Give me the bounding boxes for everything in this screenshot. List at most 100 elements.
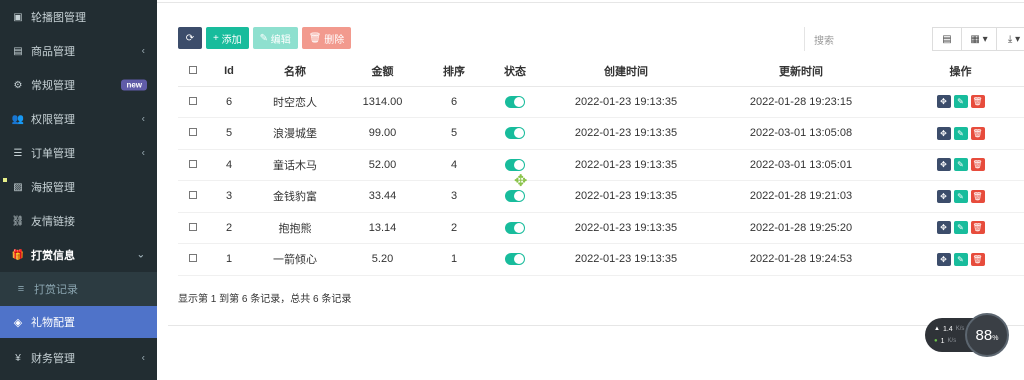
name-cell: 抱抱熊 (250, 212, 340, 244)
row-checkbox[interactable] (189, 96, 197, 105)
upload-arrow-icon: ▲ (934, 326, 940, 332)
row-edit-button[interactable]: ✎ (953, 189, 968, 203)
gauge-unit: % (992, 334, 999, 342)
sidebar-item[interactable]: ⛓ 友情链接 (0, 204, 157, 238)
table-row: 1 一箭倾心 5.20 1 2022-01-23 19:13:35 2022-01-28 … (178, 243, 1024, 276)
id-cell: 6 (208, 86, 250, 118)
upload-unit: K/s (955, 326, 965, 332)
name-cell: 金钱豹富 (250, 180, 340, 213)
download-speed: 1 (940, 337, 945, 345)
status-toggle[interactable] (505, 95, 525, 108)
export-button[interactable]: ⤓ ▾ (996, 27, 1024, 51)
status-cell (483, 117, 547, 150)
row-delete-button[interactable]: 🗑 (970, 126, 985, 140)
updated-cell: 2022-01-28 19:24:53 (705, 243, 897, 276)
sidebar-item-active[interactable]: ◈ 礼物配置 (0, 306, 157, 338)
table-row: 4 童话木马 52.00 4 2022-01-23 19:13:35 2022-03-01… (178, 149, 1024, 181)
sidebar-item-label: 礼物配置 (31, 317, 75, 329)
columns-button[interactable]: ▦ ▾ (961, 27, 997, 51)
sidebar-item[interactable]: ▣ 轮播图管理 (0, 0, 157, 34)
row-edit-button[interactable]: ✎ (953, 95, 968, 109)
refresh-button[interactable]: ⟳ (178, 27, 202, 49)
move-icon: ✥ (940, 223, 947, 233)
id-cell: 1 (208, 243, 250, 276)
status-toggle[interactable] (505, 190, 525, 203)
delete-button[interactable]: 🗑 删除 (301, 27, 352, 49)
drag-sort-button[interactable]: ✥ (936, 189, 951, 203)
column-header[interactable]: 排序 (425, 57, 483, 87)
data-table: Id 名称 金额 排序 状态 创建时间 更新时间 操作 6 时空恋人 1314.00… (178, 57, 1024, 276)
status-toggle[interactable] (505, 158, 525, 171)
row-edit-button[interactable]: ✎ (953, 158, 968, 172)
row-checkbox[interactable] (189, 191, 197, 200)
status-toggle[interactable] (505, 221, 525, 234)
download-arrow-icon: ● (934, 338, 938, 344)
sidebar-item[interactable]: 🎁 打赏信息 ⌄ (0, 238, 157, 272)
sidebar-subitem[interactable]: ≡ 打赏记录 (0, 272, 157, 306)
sidebar: ▣ 轮播图管理 ▤ 商品管理 ‹ ⚙ 常规管理 new 👥 权限管理 ‹ ☰ 订单管理 ‹ ▨ 海报管理 ⛓ 友情… (0, 0, 157, 380)
updated-cell: 2022-01-28 19:25:20 (705, 212, 897, 244)
sidebar-item[interactable]: 👥 权限管理 ‹ (0, 102, 157, 136)
search-input[interactable]: 搜索 (804, 27, 930, 51)
performance-gauge[interactable]: 88% (965, 313, 1009, 357)
actions-cell: ✥ ✎ 🗑 (897, 180, 1024, 213)
row-delete-button[interactable]: 🗑 (970, 221, 985, 235)
row-checkbox[interactable] (189, 254, 197, 263)
row-checkbox[interactable] (189, 159, 197, 168)
trash-icon: 🗑 (972, 191, 983, 201)
column-header[interactable]: 创建时间 (547, 57, 705, 87)
pencil-icon: ✎ (957, 160, 964, 170)
drag-sort-button[interactable]: ✥ (936, 95, 951, 109)
column-header[interactable]: 名称 (250, 57, 340, 87)
divider (168, 325, 1024, 326)
toggle-view-button[interactable]: ▤ (932, 27, 962, 51)
status-toggle[interactable] (505, 253, 525, 266)
row-delete-button[interactable]: 🗑 (970, 252, 985, 266)
row-select-cell (178, 86, 208, 118)
drag-sort-button[interactable]: ✥ (936, 126, 951, 140)
sidebar-item[interactable]: ☰ 订单管理 ‹ (0, 136, 157, 170)
row-select-cell (178, 243, 208, 276)
delete-label: 删除 (324, 34, 345, 46)
row-checkbox[interactable] (189, 222, 197, 231)
updated-cell: 2022-01-28 19:23:15 (705, 86, 897, 118)
amount-cell: 52.00 (340, 149, 425, 181)
table-row: 6 时空恋人 1314.00 6 2022-01-23 19:13:35 2022-01-… (178, 86, 1024, 118)
gauge-percent: 88 (975, 326, 993, 344)
sidebar-item[interactable]: ▤ 商品管理 ‹ (0, 34, 157, 68)
trash-icon: 🗑 (972, 254, 983, 264)
sidebar-item[interactable]: ▨ 海报管理 (0, 170, 157, 204)
row-delete-button[interactable]: 🗑 (970, 189, 985, 203)
edit-button[interactable]: ✎ 编辑 (252, 27, 298, 49)
move-icon: ✥ (940, 97, 947, 107)
columns-icon: ▦ ▾ (970, 33, 988, 45)
row-delete-button[interactable]: 🗑 (970, 158, 985, 172)
status-cell (483, 243, 547, 276)
refresh-icon: ⟳ (185, 32, 195, 44)
move-icon: ✥ (940, 128, 947, 138)
drag-sort-button[interactable]: ✥ (936, 252, 951, 266)
row-delete-button[interactable]: 🗑 (970, 95, 985, 109)
drag-sort-button[interactable]: ✥ (936, 158, 951, 172)
sidebar-item-label: 订单管理 (31, 148, 75, 160)
row-checkbox[interactable] (189, 128, 197, 137)
table-row: 2 抱抱熊 13.14 2 2022-01-23 19:13:35 2022-01-28 … (178, 212, 1024, 244)
row-select-cell (178, 117, 208, 150)
add-button[interactable]: + 添加 (206, 27, 249, 49)
column-header[interactable]: Id (208, 57, 250, 87)
column-header[interactable]: 状态 (483, 57, 547, 87)
select-all-checkbox[interactable] (189, 66, 197, 75)
created-cell: 2022-01-23 19:13:35 (547, 243, 705, 276)
row-edit-button[interactable]: ✎ (953, 126, 968, 140)
column-header[interactable]: 更新时间 (705, 57, 897, 87)
actions-cell: ✥ ✎ 🗑 (897, 212, 1024, 244)
drag-sort-button[interactable]: ✥ (936, 221, 951, 235)
row-edit-button[interactable]: ✎ (953, 252, 968, 266)
move-cursor-icon: ✥ (514, 173, 528, 190)
sidebar-item[interactable]: ⚙ 常规管理 new (0, 68, 157, 102)
sidebar-item[interactable]: ¥ 财务管理 ‹ (0, 338, 157, 378)
column-header[interactable]: 金额 (340, 57, 425, 87)
row-edit-button[interactable]: ✎ (953, 221, 968, 235)
trash-icon: 🗑 (972, 128, 983, 138)
status-toggle[interactable] (505, 127, 525, 140)
